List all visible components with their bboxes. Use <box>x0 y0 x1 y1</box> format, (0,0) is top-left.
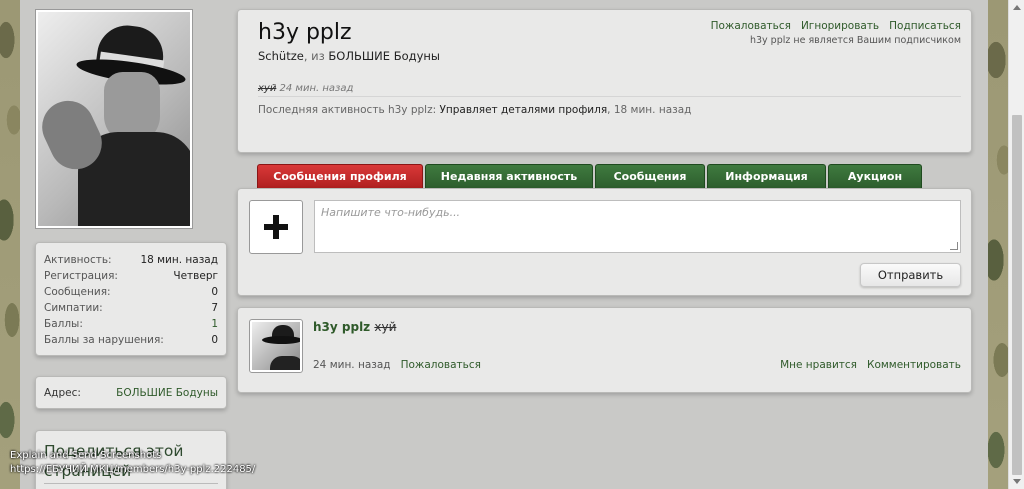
tab-profile-posts[interactable]: Сообщения профиля <box>257 164 423 188</box>
iron-cross-icon <box>264 215 288 239</box>
follow-link[interactable]: Подписаться <box>889 20 961 32</box>
camo-background-left <box>0 0 20 489</box>
profile-stats: Активность: 18 мин. назад Регистрация: Ч… <box>35 242 227 356</box>
user-title: Schütze <box>258 49 304 63</box>
stat-row-likes: Симпатии: 7 <box>44 300 218 316</box>
address-link[interactable]: БОЛЬШИЕ Бодуны <box>116 387 218 399</box>
message-text: хуй <box>374 320 397 334</box>
status-line-2: https://ЕБУЧИЙ МКЦ/members/h3y-pplz.2224… <box>10 464 256 475</box>
stat-label: Активность: <box>44 254 112 266</box>
camo-background-right <box>988 0 1010 489</box>
last-activity-time: , 18 мин. назад <box>607 104 692 116</box>
scroll-thumb[interactable] <box>1012 115 1022 475</box>
message-header: h3y pplz хуй <box>313 320 396 334</box>
message-actions: Мне нравится Комментировать <box>780 359 961 371</box>
status-bar-url: Explain and Send Screenshots https://ЕБУ… <box>10 449 255 477</box>
scroll-up-icon[interactable] <box>1013 5 1021 10</box>
tab-information[interactable]: Информация <box>707 164 826 188</box>
profile-header: h3y pplz Schütze, из БОЛЬШИЕ Бодуны хуй … <box>237 9 972 153</box>
tab-recent-activity[interactable]: Недавняя активность <box>425 164 593 188</box>
stat-label: Симпатии: <box>44 302 103 314</box>
profile-message: h3y pplz хуй 24 мин. назад Пожаловаться … <box>237 307 972 393</box>
tab-messages[interactable]: Сообщения <box>595 164 705 188</box>
profile-post-form: Напишите что-нибудь... Отправить <box>237 188 972 296</box>
last-activity-label: Последняя активность h3y pplz: <box>258 104 437 116</box>
scroll-down-icon[interactable] <box>1013 479 1021 484</box>
stat-row-activity: Активность: 18 мин. назад <box>44 252 218 268</box>
tab-auction[interactable]: Аукцион <box>828 164 922 188</box>
profile-avatar[interactable] <box>35 9 193 229</box>
stat-row-registration: Регистрация: Четверг <box>44 268 218 284</box>
stat-value: Четверг <box>173 270 218 282</box>
from-word: , из <box>303 49 325 63</box>
stat-value: 7 <box>211 302 218 314</box>
like-link[interactable]: Мне нравится <box>780 359 857 371</box>
stat-label: Регистрация: <box>44 270 118 282</box>
ignore-link[interactable]: Игнорировать <box>801 20 879 32</box>
stat-value: 0 <box>211 286 218 298</box>
stat-row-points: Баллы: 1 <box>44 316 218 332</box>
last-activity: Последняя активность h3y pplz: Управляет… <box>258 96 961 116</box>
stat-value-link[interactable]: 1 <box>211 316 218 332</box>
report-link[interactable]: Пожаловаться <box>711 20 791 32</box>
last-activity-action: Управляет деталями профиля <box>439 104 608 116</box>
stat-label: Баллы за нарушения: <box>44 334 164 346</box>
input-placeholder: Напишите что-нибудь... <box>321 206 461 219</box>
address-label: Адрес: <box>44 386 81 399</box>
submit-button[interactable]: Отправить <box>860 263 961 287</box>
profile-actions: Пожаловаться Игнорировать Подписаться <box>711 20 961 32</box>
message-author-link[interactable]: h3y pplz <box>313 320 370 334</box>
vertical-scrollbar[interactable] <box>1008 0 1024 489</box>
user-status: хуй 24 мин. назад <box>258 83 951 94</box>
resize-handle-icon[interactable] <box>950 242 958 250</box>
message-meta: 24 мин. назад Пожаловаться <box>313 359 481 371</box>
divider <box>44 483 218 484</box>
stat-value: 18 мин. назад <box>140 254 218 266</box>
follow-note: h3y pplz не является Вашим подписчиком <box>749 35 961 46</box>
profile-post-input[interactable]: Напишите что-нибудь... <box>314 200 961 253</box>
status-line-1: Explain and Send Screenshots <box>10 450 162 461</box>
message-author-avatar[interactable] <box>249 319 303 373</box>
stat-value: 0 <box>211 334 218 346</box>
stat-row-messages: Сообщения: 0 <box>44 284 218 300</box>
user-location-link[interactable]: БОЛЬШИЕ Бодуны <box>328 49 440 63</box>
stat-label: Сообщения: <box>44 286 111 298</box>
status-time: 24 мин. назад <box>279 83 354 94</box>
status-text: хуй <box>258 83 277 94</box>
message-report-link[interactable]: Пожаловаться <box>401 359 481 371</box>
comment-link[interactable]: Комментировать <box>867 359 961 371</box>
profile-tabs: Сообщения профиля Недавняя активность Со… <box>257 164 922 188</box>
stat-label: Баллы: <box>44 318 83 330</box>
address-panel: Адрес: БОЛЬШИЕ Бодуны <box>35 376 227 409</box>
stat-row-warning-points: Баллы за нарушения: 0 <box>44 332 218 348</box>
avatar-photo <box>38 12 190 226</box>
user-title-line: Schütze, из БОЛЬШИЕ Бодуны <box>258 49 951 63</box>
visitor-avatar[interactable] <box>249 200 303 254</box>
message-time[interactable]: 24 мин. назад <box>313 359 391 371</box>
